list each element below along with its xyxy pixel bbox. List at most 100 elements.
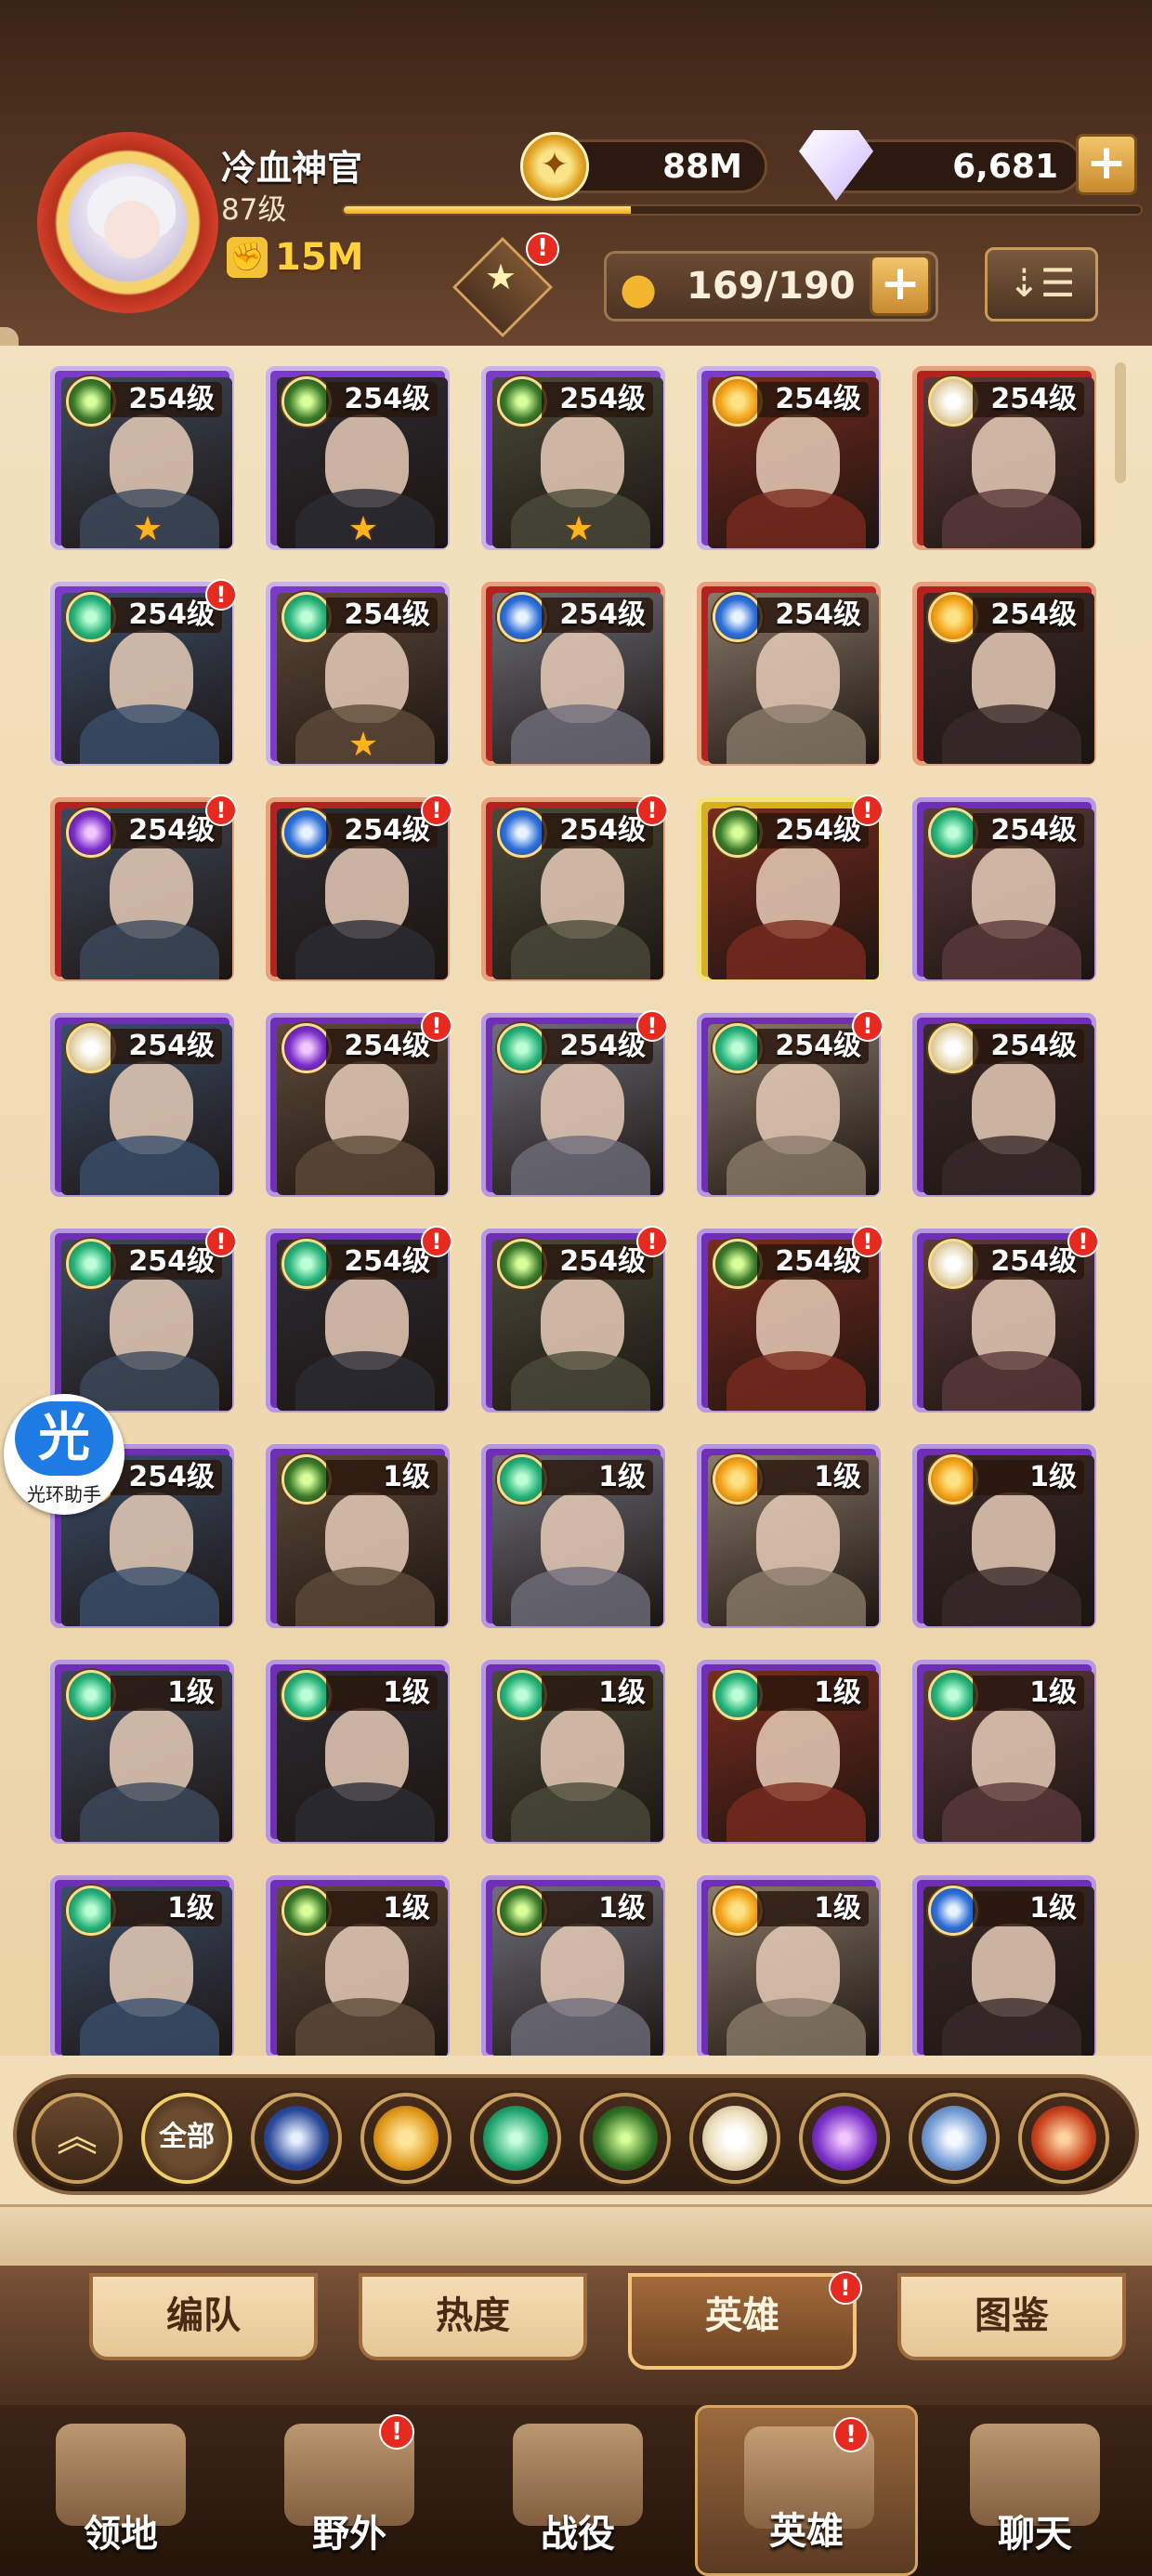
- filter-dark-button[interactable]: [799, 2093, 890, 2184]
- hero-card[interactable]: 254级!: [266, 1226, 452, 1413]
- hero-card[interactable]: 1级: [481, 1660, 665, 1844]
- notification-badge: !: [205, 795, 237, 826]
- hero-card[interactable]: 254级: [50, 1013, 234, 1197]
- hero-card[interactable]: 1级: [50, 1875, 234, 2056]
- hero-card[interactable]: 254级!: [266, 795, 452, 981]
- hero-card[interactable]: 1级: [697, 1875, 881, 2056]
- dark-faction-icon: [66, 808, 116, 858]
- nav-label: 聊天: [998, 2513, 1072, 2556]
- hero-card[interactable]: 254级: [912, 366, 1096, 550]
- nav-territory[interactable]: 领地: [9, 2405, 232, 2576]
- hero-level: 254级: [111, 598, 222, 633]
- hero-level: 1级: [542, 1460, 653, 1495]
- hero-card[interactable]: 254级!: [481, 1010, 668, 1197]
- filter-tide-button[interactable]: [251, 2093, 342, 2184]
- hero-card[interactable]: 254级!: [697, 1010, 884, 1197]
- hero-card[interactable]: 254级!: [50, 795, 237, 981]
- status-bar: [0, 0, 1152, 113]
- hero-card[interactable]: 254级: [912, 797, 1096, 981]
- notification-badge: !: [526, 232, 559, 266]
- exp-bar: [342, 204, 1143, 216]
- hero-card[interactable]: 254级!: [481, 795, 668, 981]
- hero-level: 1级: [973, 1460, 1084, 1495]
- filter-dimensional-button[interactable]: [909, 2093, 1000, 2184]
- expand-roster-button[interactable]: +: [870, 255, 931, 316]
- grave-faction-icon: [497, 1886, 547, 1936]
- hero-card[interactable]: 1级: [266, 1875, 450, 2056]
- hero-portrait-body: [80, 1136, 219, 1195]
- tab-formation[interactable]: 编队: [89, 2273, 318, 2360]
- hero-card[interactable]: 254级!: [50, 579, 237, 766]
- filter-light-button[interactable]: [360, 2093, 452, 2184]
- add-diamonds-button[interactable]: +: [1076, 134, 1137, 195]
- hero-portrait-body: [295, 1782, 435, 1842]
- tab-popularity[interactable]: 热度: [359, 2273, 587, 2360]
- hero-card[interactable]: 254级!: [697, 1226, 884, 1413]
- hero-card[interactable]: 254级 ★: [50, 366, 234, 550]
- gold-value: 88M: [662, 148, 742, 186]
- filter-forest-button[interactable]: [470, 2093, 561, 2184]
- sort-button[interactable]: ⇣☰: [985, 247, 1098, 322]
- hero-card[interactable]: 1级: [50, 1660, 234, 1844]
- hero-card[interactable]: 254级!: [697, 795, 884, 981]
- hero-level: 254级: [973, 813, 1084, 848]
- hero-card[interactable]: 254级!: [912, 1226, 1099, 1413]
- hero-rank-button[interactable]: ★ !: [437, 232, 569, 337]
- avatar[interactable]: [65, 160, 190, 285]
- filter-celestial-button[interactable]: [689, 2093, 780, 2184]
- light-faction-icon: [713, 376, 763, 427]
- star-icon: ★: [485, 256, 517, 297]
- nav-heroes[interactable]: 英雄!: [695, 2405, 918, 2576]
- hero-level: 1级: [542, 1676, 653, 1711]
- filter-grave-button[interactable]: [580, 2093, 671, 2184]
- hero-card[interactable]: 254级!: [266, 1010, 452, 1197]
- hero-portrait-body: [511, 1782, 650, 1842]
- hero-card[interactable]: 254级: [697, 582, 881, 766]
- hero-card[interactable]: 254级: [912, 582, 1096, 766]
- hero-card[interactable]: 254级 ★: [481, 366, 665, 550]
- hero-portrait-body: [295, 1998, 435, 2056]
- player-avatar-frame[interactable]: [37, 132, 218, 313]
- hero-card[interactable]: 254级: [481, 582, 665, 766]
- hero-card[interactable]: 254级: [697, 366, 881, 550]
- hero-level: 1级: [757, 1460, 869, 1495]
- hero-card[interactable]: 1级: [266, 1660, 450, 1844]
- hero-portrait-body: [80, 1998, 219, 2056]
- filter-all-button[interactable]: 全部: [141, 2093, 232, 2184]
- hero-portrait-body: [727, 920, 866, 979]
- hero-portrait-body: [295, 920, 435, 979]
- nav-wilderness[interactable]: 野外!: [238, 2405, 461, 2576]
- hero-card[interactable]: 254级!: [50, 1226, 237, 1413]
- hero-card[interactable]: 1级: [481, 1444, 665, 1628]
- hero-card[interactable]: 1级: [912, 1444, 1096, 1628]
- hero-card[interactable]: 1级: [697, 1444, 881, 1628]
- hero-card[interactable]: 1级: [266, 1444, 450, 1628]
- hero-level: 254级: [757, 598, 869, 633]
- hero-card[interactable]: 254级 ★: [266, 366, 450, 550]
- hero-card[interactable]: 1级: [912, 1660, 1096, 1844]
- helper-floating-button[interactable]: 光 光环助手: [4, 1394, 124, 1515]
- tide-faction-icon: [281, 808, 332, 858]
- scrollbar[interactable]: [1115, 362, 1126, 483]
- nav-chat[interactable]: 聊天: [923, 2405, 1146, 2576]
- hero-card[interactable]: 254级: [912, 1013, 1096, 1197]
- hero-card[interactable]: 1级: [697, 1660, 881, 1844]
- hero-portrait-body: [80, 704, 219, 764]
- hero-level: 254级: [757, 1244, 869, 1280]
- celestial-faction-icon: [702, 2106, 767, 2171]
- forest-faction-icon: [713, 1023, 763, 1073]
- hero-card[interactable]: 254级 ★: [266, 582, 450, 766]
- hero-card[interactable]: 254级!: [481, 1226, 668, 1413]
- nav-campaign[interactable]: 战役: [466, 2405, 689, 2576]
- hero-card[interactable]: 1级: [481, 1875, 665, 2056]
- helper-label: 光环助手: [27, 1483, 101, 1505]
- tab-codex[interactable]: 图鉴: [897, 2273, 1126, 2360]
- filter-collapse-button[interactable]: ︽: [32, 2093, 123, 2184]
- hero-card[interactable]: 1级: [912, 1875, 1096, 2056]
- tab-heroes[interactable]: 英雄!: [628, 2271, 862, 2370]
- hero-portrait-body: [80, 1567, 219, 1626]
- forest-faction-icon: [66, 1886, 116, 1936]
- filter-hypogean-button[interactable]: [1018, 2093, 1109, 2184]
- notification-badge: !: [1067, 1226, 1099, 1257]
- hypogean-faction-icon: [1031, 2106, 1096, 2171]
